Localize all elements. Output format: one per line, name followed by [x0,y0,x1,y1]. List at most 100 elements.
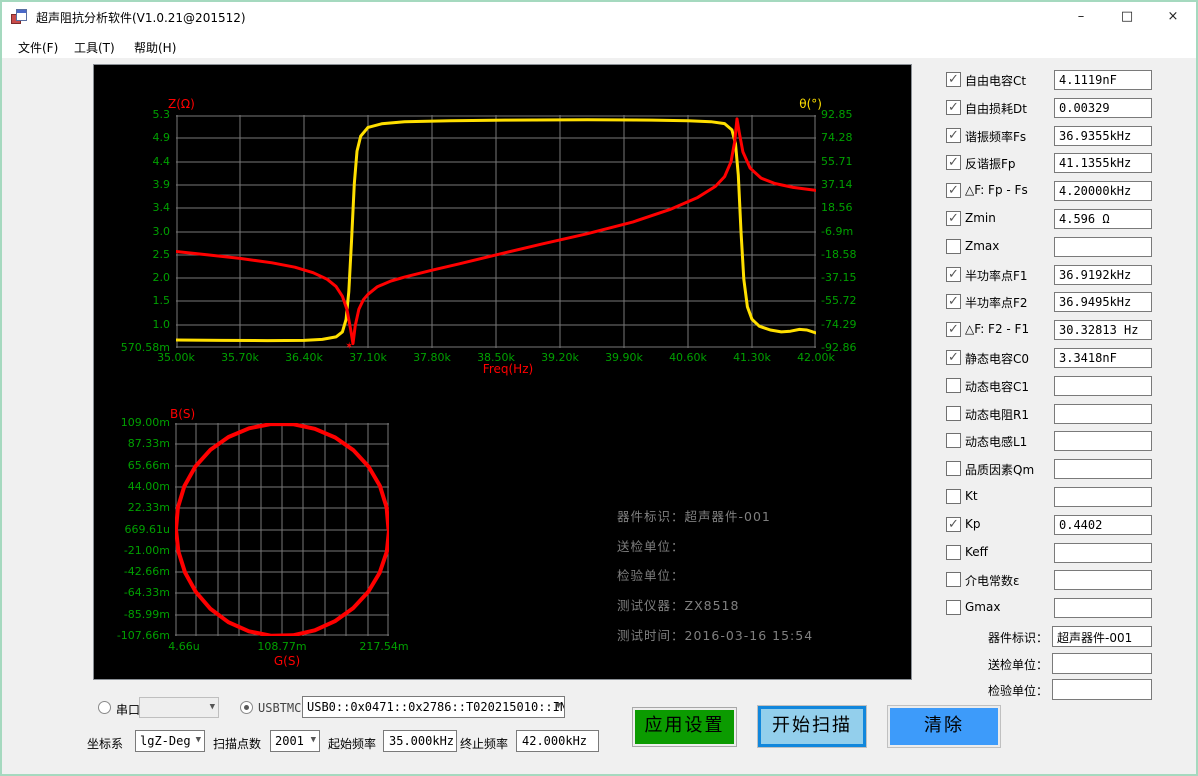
menu-tools[interactable]: 工具(T) [68,37,121,58]
checkbox-unchecked[interactable] [946,239,961,254]
result-value-field[interactable] [1054,459,1152,479]
z-tick-label: 1.0 [94,318,170,332]
result-value-field[interactable] [1054,598,1152,618]
checkbox-unchecked[interactable] [946,461,961,476]
checkbox-checked[interactable]: ✓ [946,183,961,198]
checkbox-unchecked[interactable] [946,433,961,448]
result-value-field[interactable] [1054,404,1152,424]
checkbox-checked[interactable]: ✓ [946,155,961,170]
menu-help[interactable]: 帮助(H) [128,37,182,58]
extra-field-label: 送检单位： [988,656,1048,673]
result-value-field[interactable]: 30.32813 Hz [1054,320,1152,340]
result-value-field[interactable]: 3.3418nF [1054,348,1152,368]
apply-settings-button[interactable]: 应用设置 [632,707,737,747]
menu-file[interactable]: 文件(F) [12,37,64,58]
b-tick-label: 44.00m [94,480,170,494]
chevron-down-icon: ▼ [556,701,561,711]
stop-freq-label: 终止频率 [460,735,508,752]
app-icon [11,9,27,25]
checkbox-checked[interactable]: ✓ [946,322,961,337]
chevron-down-icon: ▼ [196,735,201,745]
stop-freq-input[interactable]: 42.000kHz [516,730,599,752]
z-tick-label: 3.0 [94,225,170,239]
serial-radio[interactable] [98,701,111,714]
result-value-field[interactable] [1054,570,1152,590]
result-row: ✓半功率点F236.9495kHz [942,292,1156,314]
window-title: 超声阻抗分析软件(V1.0.21@201512) [36,9,246,26]
maximize-button[interactable]: □ [1104,2,1150,32]
close-button[interactable]: × [1150,2,1196,32]
clear-button[interactable]: 清除 [887,705,1001,748]
result-label: 反谐振Fp [965,155,1016,172]
result-value-field[interactable] [1054,487,1152,507]
extra-field-row: 器件标识：超声器件-001 [942,626,1198,648]
result-value-field[interactable] [1054,237,1152,257]
result-value-field[interactable]: 36.9355kHz [1054,126,1152,146]
result-label: 自由电容Ct [965,72,1026,89]
result-value-field[interactable] [1054,376,1152,396]
info-value: ZX8518 [685,598,740,613]
z-tick-label: 4.9 [94,131,170,145]
result-label: Kp [965,517,981,531]
result-label: Kt [965,489,978,503]
result-row: ✓△F: Fp - Fs4.20000kHz [942,181,1156,203]
chevron-down-icon: ▼ [210,702,215,712]
result-row: Keff [942,543,1156,565]
result-value-field[interactable] [1054,543,1152,563]
sweep-points-select[interactable]: 2001▼ [270,730,320,752]
checkbox-checked[interactable]: ✓ [946,267,961,282]
checkbox-checked[interactable]: ✓ [946,294,961,309]
b-tick-label: -21.00m [94,544,170,558]
start-scan-button[interactable]: 开始扫描 [757,705,867,748]
usbtmc-radio[interactable] [240,701,253,714]
result-value-field[interactable]: 41.1355kHz [1054,153,1152,173]
checkbox-unchecked[interactable] [946,600,961,615]
result-value-field[interactable]: 4.20000kHz [1054,181,1152,201]
info-line: 送检单位： [617,536,685,555]
result-row: 动态电阻R1 [942,404,1156,426]
checkbox-unchecked[interactable] [946,545,961,560]
extra-field-input[interactable] [1052,653,1152,674]
result-value-field[interactable]: 36.9495kHz [1054,292,1152,312]
checkbox-checked[interactable]: ✓ [946,350,961,365]
serial-port-select[interactable]: ▼ [139,697,219,718]
checkbox-checked[interactable]: ✓ [946,517,961,532]
result-label: Zmax [965,239,999,253]
result-value-field[interactable] [1054,431,1152,451]
result-value-field[interactable]: 0.4402 [1054,515,1152,535]
result-row: ✓ 自由电容Ct 4.1119nF [942,70,1156,92]
extra-field-input[interactable] [1052,679,1152,700]
b-tick-label: 87.33m [94,437,170,451]
chart-panel: Z(Ω) θ(°) 5.34.94.43.93.43.02.52.01.51.0… [93,64,912,680]
z-axis-title: Z(Ω) [168,97,195,111]
result-value-field[interactable]: 0.00329 [1054,98,1152,118]
usbtmc-address-select[interactable]: USB0::0x0471::0x2786::T020215010::INSTR▼ [302,696,565,718]
theta-tick-label: 18.56 [821,201,853,215]
checkbox-unchecked[interactable] [946,378,961,393]
minimize-button[interactable]: – [1058,2,1104,32]
checkbox-checked[interactable]: ✓ [946,100,961,115]
start-freq-input[interactable]: 35.000kHz [383,730,457,752]
checkbox-checked[interactable]: ✓ [946,72,961,87]
checkbox-checked[interactable]: ✓ [946,211,961,226]
checkbox-unchecked[interactable] [946,489,961,504]
info-label: 测试仪器： [617,598,685,613]
b-tick-label: -42.66m [94,565,170,579]
freq-tick-label: 39.90k [598,351,650,365]
result-label: Gmax [965,600,1000,614]
extra-field-input[interactable]: 超声器件-001 [1052,626,1152,647]
b-tick-label: 109.00m [94,416,170,430]
freq-tick-label: 37.80k [406,351,458,365]
result-row: 动态电容C1 [942,376,1156,398]
b-tick-label: 22.33m [94,501,170,515]
z-tick-label: 2.0 [94,271,170,285]
checkbox-unchecked[interactable] [946,572,961,587]
result-value-field[interactable]: 36.9192kHz [1054,265,1152,285]
checkbox-checked[interactable]: ✓ [946,128,961,143]
result-value-field[interactable]: 4.596 Ω [1054,209,1152,229]
info-value: 2016-03-16 15:54 [685,628,814,643]
checkbox-unchecked[interactable] [946,406,961,421]
info-value: 超声器件-001 [685,509,771,524]
result-value-field[interactable]: 4.1119nF [1054,70,1152,90]
coord-system-select[interactable]: lgZ-Deg▼ [135,730,205,752]
